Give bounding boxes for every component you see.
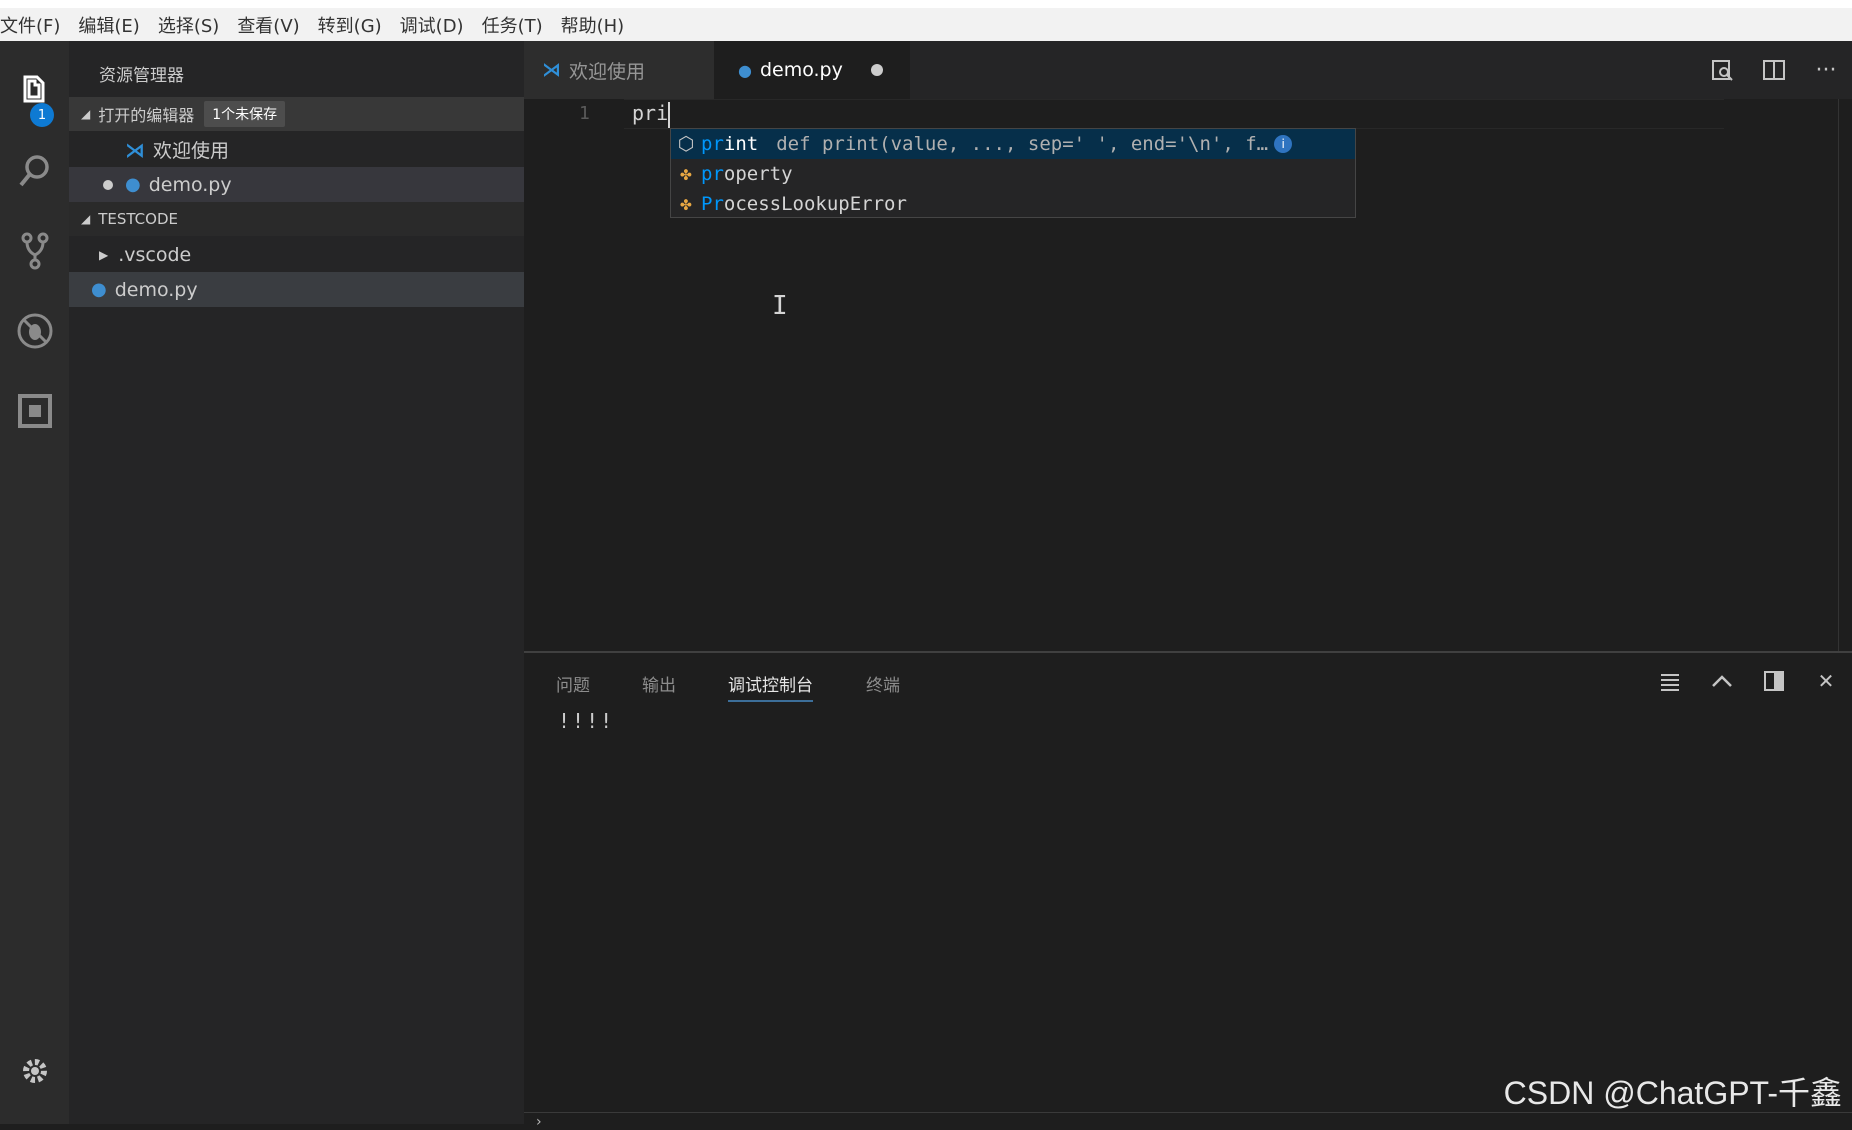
more-actions-icon[interactable]: ··· bbox=[1800, 41, 1852, 99]
menu-go[interactable]: 转到(G) bbox=[318, 12, 382, 38]
tab-actions: ··· bbox=[1696, 41, 1852, 99]
tree-item-label: demo.py bbox=[114, 278, 198, 301]
tab-debug-console[interactable]: 调试控制台 bbox=[728, 671, 813, 702]
class-icon: ✤ bbox=[680, 163, 692, 185]
debug-console-output: !!!! bbox=[558, 709, 615, 733]
text-cursor bbox=[668, 101, 671, 128]
expanded-triangle-icon: ◢ bbox=[81, 212, 91, 226]
menu-view[interactable]: 查看(V) bbox=[237, 12, 299, 38]
suggestion-match: pr bbox=[701, 163, 724, 185]
suggestion-rest: operty bbox=[723, 163, 793, 185]
menu-edit[interactable]: 编辑(E) bbox=[78, 12, 139, 38]
suggestion-item[interactable]: ✤ ProcessLookupError bbox=[671, 189, 1355, 219]
maximize-panel-icon[interactable] bbox=[1696, 653, 1748, 709]
unsaved-dot-icon[interactable] bbox=[870, 64, 883, 76]
open-editors-label: 打开的编辑器 bbox=[98, 106, 195, 125]
suggestion-detail: def print(value, ..., sep=' ', end='\n',… bbox=[776, 133, 1269, 155]
explorer-badge: 1 bbox=[30, 103, 54, 127]
python-icon: ● bbox=[91, 279, 107, 300]
tab-welcome[interactable]: ⋊ 欢迎使用 bbox=[524, 41, 714, 99]
suggestion-match: Pr bbox=[701, 193, 724, 215]
tab-output[interactable]: 输出 bbox=[642, 671, 676, 696]
dirty-dot-icon bbox=[103, 179, 113, 190]
open-editor-demo[interactable]: ● demo.py bbox=[69, 167, 524, 202]
menu-bar: 文件(F) 编辑(E) 选择(S) 查看(V) 转到(G) 调试(D) 任务(T… bbox=[0, 0, 1852, 41]
collapsed-triangle-icon: ▶ bbox=[99, 247, 109, 262]
activity-bar: 1 bbox=[0, 41, 69, 1124]
workspace-header[interactable]: ◢ TESTCODE bbox=[69, 202, 524, 236]
class-icon: ✤ bbox=[680, 193, 692, 215]
menu-tasks[interactable]: 任务(T) bbox=[482, 12, 543, 38]
explorer-sidebar: 资源管理器 ◢ 打开的编辑器 1个未保存 ⋊ 欢迎使用 ● demo.py ◢ … bbox=[69, 41, 524, 1124]
tree-item-label: .vscode bbox=[118, 243, 192, 266]
open-editor-welcome[interactable]: ⋊ 欢迎使用 bbox=[69, 132, 524, 167]
menu-debug[interactable]: 调试(D) bbox=[400, 12, 464, 38]
autocomplete-widget: ⬡ print def print(value, ..., sep=' ', e… bbox=[670, 128, 1356, 218]
suggestion-rest: ocessLookupError bbox=[723, 193, 907, 215]
code-line[interactable]: pri bbox=[632, 101, 671, 128]
editor-tabs: ⋊ 欢迎使用 ● demo.py ··· bbox=[524, 41, 1852, 99]
ibeam-cursor-icon: I bbox=[772, 291, 788, 321]
source-control-icon[interactable] bbox=[0, 221, 69, 281]
python-icon: ● bbox=[125, 174, 141, 195]
menu-selection[interactable]: 选择(S) bbox=[158, 12, 219, 38]
bottom-panel: 问题 输出 调试控制台 终端 ✕ !!!! › CSDN @ChatGPT-千鑫 bbox=[524, 651, 1852, 1130]
current-line-highlight bbox=[624, 99, 1724, 129]
watermark: CSDN @ChatGPT-千鑫 bbox=[1503, 1075, 1842, 1111]
info-icon[interactable]: i bbox=[1274, 135, 1293, 153]
menu-file[interactable]: 文件(F) bbox=[0, 12, 60, 38]
suggestion-item[interactable]: ✤ property bbox=[671, 159, 1355, 189]
split-editor-icon[interactable] bbox=[1748, 41, 1800, 99]
suggestion-item[interactable]: ⬡ print def print(value, ..., sep=' ', e… bbox=[671, 129, 1355, 159]
open-editor-label: 欢迎使用 bbox=[153, 140, 230, 162]
open-preview-icon[interactable] bbox=[1696, 41, 1748, 99]
line-number: 1 bbox=[579, 103, 590, 124]
open-editors-header[interactable]: ◢ 打开的编辑器 1个未保存 bbox=[69, 97, 524, 131]
vscode-icon: ⋊ bbox=[542, 59, 561, 81]
open-editor-label: demo.py bbox=[148, 173, 232, 196]
panel-actions: ✕ bbox=[1644, 653, 1852, 709]
gear-icon[interactable] bbox=[0, 1041, 69, 1101]
menu-help[interactable]: 帮助(H) bbox=[561, 12, 625, 38]
code-text: pri bbox=[632, 101, 669, 125]
suggestion-rest: int bbox=[723, 133, 759, 155]
tab-demo-py[interactable]: ● demo.py bbox=[714, 41, 910, 99]
sidebar-title: 资源管理器 bbox=[99, 66, 184, 86]
files-icon[interactable]: 1 bbox=[0, 61, 69, 127]
close-panel-icon[interactable]: ✕ bbox=[1800, 653, 1852, 709]
prompt-chevron-icon: › bbox=[536, 1114, 542, 1130]
tree-item-demo-py[interactable]: ● demo.py bbox=[69, 272, 524, 307]
extensions-icon[interactable] bbox=[0, 381, 69, 441]
search-icon[interactable] bbox=[0, 141, 69, 201]
editor-scrollbar[interactable] bbox=[1838, 99, 1852, 651]
workspace-label: TESTCODE bbox=[98, 210, 178, 228]
debug-icon[interactable] bbox=[0, 301, 69, 361]
tab-terminal[interactable]: 终端 bbox=[866, 671, 900, 696]
unsaved-badge: 1个未保存 bbox=[204, 101, 286, 127]
tab-problems[interactable]: 问题 bbox=[556, 671, 590, 696]
tab-label: demo.py bbox=[759, 59, 843, 81]
suggestion-match: pr bbox=[701, 133, 724, 155]
tab-label: 欢迎使用 bbox=[569, 60, 646, 83]
clear-console-icon[interactable] bbox=[1644, 653, 1696, 709]
python-icon: ● bbox=[738, 60, 752, 80]
module-icon: ⬡ bbox=[677, 133, 695, 155]
vscode-icon: ⋊ bbox=[125, 137, 145, 162]
toggle-panel-position-icon[interactable] bbox=[1748, 653, 1800, 709]
tree-item-vscode-folder[interactable]: ▶ .vscode bbox=[69, 237, 524, 272]
expanded-triangle-icon: ◢ bbox=[81, 107, 91, 121]
